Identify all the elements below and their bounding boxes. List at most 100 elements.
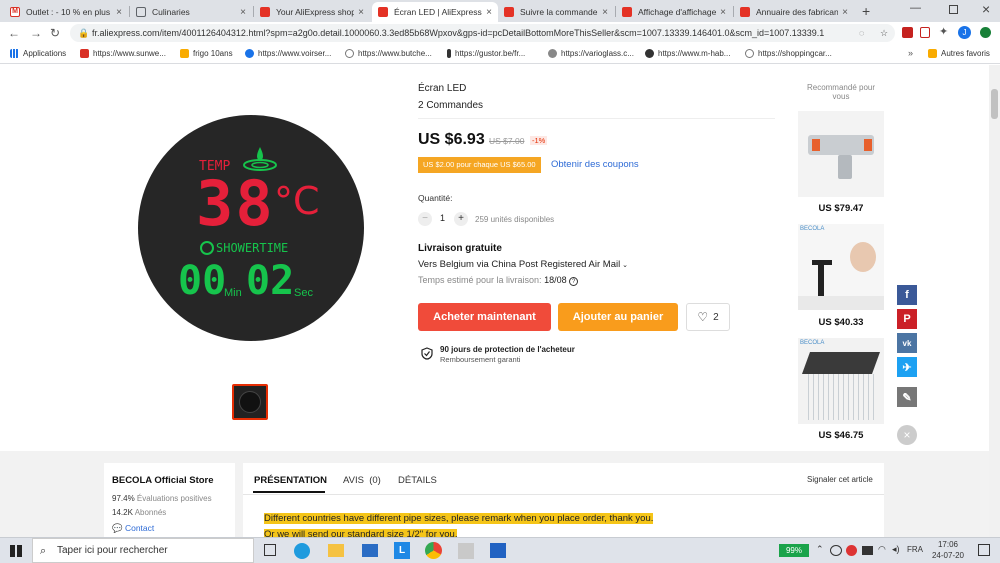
bookmark-item[interactable]: https://www.m-hab... (645, 49, 730, 58)
contact-link[interactable]: 💬 Contact (112, 523, 154, 534)
bookmark-item[interactable]: https://gustor.be/fr... (447, 49, 525, 58)
clock-time[interactable]: 17:06 (934, 540, 962, 549)
close-icon[interactable]: × (602, 7, 608, 18)
mail-icon[interactable] (362, 544, 378, 557)
bookmark-item[interactable]: https://www.sunwe... (80, 49, 166, 58)
close-icon[interactable]: × (116, 7, 122, 18)
store-positive: 97.4% Évaluations positives (112, 494, 212, 503)
bookmark-item[interactable]: https://www.butche... (345, 49, 432, 58)
bookmark-item[interactable]: https://varioglass.c... (548, 49, 634, 58)
window-close-button[interactable]: × (982, 1, 990, 17)
edge-icon[interactable] (294, 543, 310, 559)
pencil-icon[interactable]: ✎ (897, 387, 917, 407)
spout-icon (838, 155, 852, 179)
tray-icon[interactable] (846, 545, 857, 556)
report-item-link[interactable]: Signaler cet article (807, 475, 873, 484)
reload-icon[interactable]: ↻ (50, 26, 60, 40)
notification-icon[interactable] (978, 544, 990, 556)
recommended-price[interactable]: US $46.75 (798, 430, 884, 441)
quantity-value[interactable]: 1 (440, 213, 445, 223)
scrollbar[interactable] (989, 65, 1000, 537)
chevron-up-icon[interactable]: ⌃ (816, 544, 824, 555)
recommended-price[interactable]: US $40.33 (798, 317, 884, 328)
product-thumbnail[interactable] (232, 384, 268, 420)
battery-icon[interactable] (862, 546, 873, 555)
browser-tab[interactable]: Culinaries × (130, 2, 252, 22)
avatar[interactable]: J (958, 26, 971, 39)
volume-icon[interactable]: ◂) (892, 544, 900, 555)
puzzle-icon[interactable]: ✦ (939, 25, 948, 38)
minimize-button[interactable]: — (910, 2, 921, 14)
address-bar[interactable]: 🔒 fr.aliexpress.com/item/4001126404312.h… (70, 24, 895, 42)
file-explorer-icon[interactable] (328, 544, 344, 557)
close-icon[interactable]: × (842, 7, 848, 18)
app-icon[interactable] (458, 543, 474, 559)
app-l-icon[interactable]: L (394, 542, 410, 559)
new-tab-button[interactable]: + (862, 3, 870, 19)
extension-icon[interactable] (902, 27, 913, 38)
browser-tab[interactable]: Your AliExpress shopp × (254, 2, 370, 22)
language-indicator[interactable]: FRA (907, 545, 923, 554)
extension-icon[interactable] (920, 27, 930, 38)
browser-tab[interactable]: Affichage d'affichage d × (616, 2, 732, 22)
buyer-protection-title: 90 jours de protection de l'acheteur (440, 345, 575, 354)
thumbnail-image (239, 391, 261, 413)
wishlist-button[interactable]: ♡ 2 (686, 303, 730, 331)
facebook-icon[interactable]: f (897, 285, 917, 305)
product-image[interactable]: TEMP 38 °C SHOWERTIME 00 Min 02 Sec (138, 115, 364, 341)
more-bookmarks-icon[interactable]: » (908, 48, 913, 58)
browser-tab-active[interactable]: Écran LED | AliExpress × (372, 2, 498, 22)
star-icon[interactable]: ☆ (876, 24, 893, 42)
close-icon[interactable]: × (358, 7, 364, 18)
water-stream-icon (808, 374, 874, 420)
browser-tab[interactable]: M Outlet : - 10 % en plus × (4, 2, 128, 22)
quantity-decrease-button[interactable]: − (418, 212, 432, 226)
battery-indicator[interactable]: 99% (779, 544, 809, 557)
photos-icon[interactable] (490, 543, 506, 558)
forward-icon[interactable]: → (30, 26, 42, 40)
chrome-icon[interactable] (425, 542, 442, 559)
store-name[interactable]: BECOLA Official Store (112, 475, 214, 486)
close-icon[interactable]: × (486, 7, 492, 18)
close-icon[interactable]: × (897, 425, 917, 445)
faucet-icon (818, 260, 824, 296)
eye-off-icon[interactable]: ◌ (855, 24, 869, 42)
tray-icon[interactable] (830, 545, 842, 556)
quantity-increase-button[interactable]: + (454, 212, 468, 226)
close-icon[interactable]: × (720, 7, 726, 18)
recommended-price[interactable]: US $79.47 (798, 203, 884, 214)
recommended-item-image[interactable]: BECOLA (798, 338, 884, 424)
tab-presentation[interactable]: PRÉSENTATION (254, 475, 327, 486)
search-icon: ⌕ (40, 545, 47, 557)
tab-details[interactable]: DÉTAILS (398, 475, 437, 486)
recommended-item-image[interactable]: BECOLA (798, 224, 884, 310)
task-view-icon[interactable] (264, 544, 276, 556)
taskbar-search[interactable]: ⌕ Taper ici pour rechercher (32, 538, 254, 563)
buyer-protection-subtitle: Remboursement garanti (440, 355, 521, 364)
wifi-icon[interactable]: ◠ (878, 544, 886, 555)
browser-tab[interactable]: Annuaire des fabricant × (734, 2, 854, 22)
help-icon[interactable]: ? (569, 277, 579, 286)
pinterest-icon[interactable]: P (897, 309, 917, 329)
bookmark-apps[interactable]: Applications (10, 49, 66, 58)
windows-start-icon[interactable] (10, 545, 22, 557)
bookmark-item[interactable]: frigo 10ans (180, 49, 233, 58)
bookmark-item[interactable]: https://shoppingcar... (745, 49, 832, 58)
extension-icon[interactable] (980, 27, 991, 38)
scrollbar-thumb[interactable] (991, 89, 998, 119)
back-icon[interactable]: ← (8, 26, 20, 40)
vk-icon[interactable]: vk (897, 333, 917, 353)
buy-now-button[interactable]: Acheter maintenant (418, 303, 551, 331)
recommended-item-image[interactable] (798, 111, 884, 197)
get-coupons-link[interactable]: Obtenir des coupons (551, 159, 639, 170)
bookmark-other[interactable]: Autres favoris (928, 49, 990, 58)
bookmark-item[interactable]: https://www.voirser... (245, 49, 331, 58)
tab-reviews[interactable]: AVIS (0) (343, 475, 381, 486)
shipping-method[interactable]: Vers Belgium via China Post Registered A… (418, 259, 628, 270)
clock-date[interactable]: 24-07-20 (928, 551, 968, 560)
add-to-cart-button[interactable]: Ajouter au panier (558, 303, 678, 331)
twitter-icon[interactable]: ✈ (897, 357, 917, 377)
browser-tab[interactable]: Suivre la commande × (498, 2, 614, 22)
maximize-button[interactable] (949, 5, 958, 14)
close-icon[interactable]: × (240, 7, 246, 18)
